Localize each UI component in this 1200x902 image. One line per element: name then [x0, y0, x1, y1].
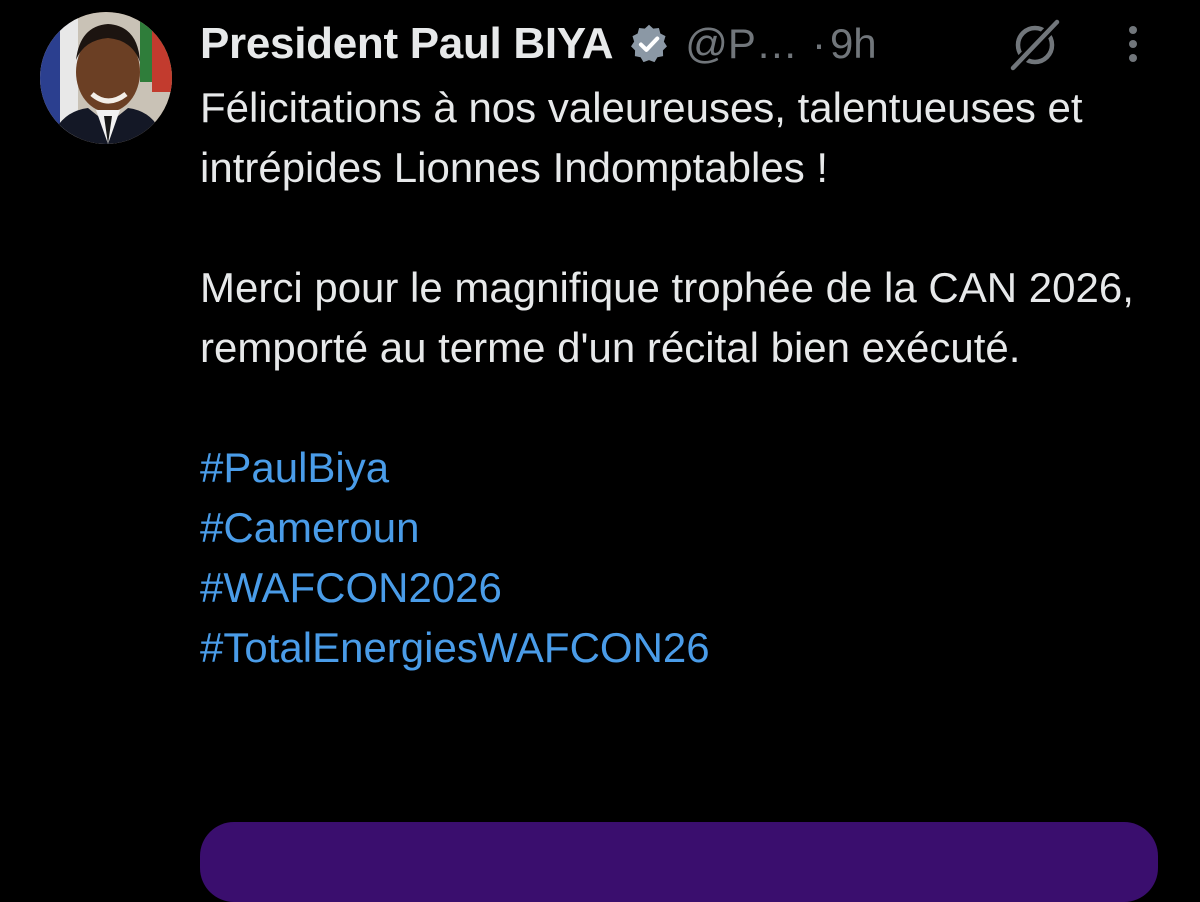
tweet-paragraph: Merci pour le magnifique trophée de la C… [200, 264, 1134, 371]
hashtag-link[interactable]: #PaulBiya [200, 438, 1180, 498]
avatar-photo [40, 12, 172, 144]
tweet-text: Félicitations à nos valeureuses, talentu… [200, 78, 1180, 678]
verified-badge-icon[interactable] [627, 22, 671, 66]
more-options-icon[interactable] [1118, 20, 1148, 68]
tweet-timestamp[interactable]: 9h [830, 20, 877, 68]
author-name[interactable]: President Paul BIYA [200, 19, 614, 69]
media-card[interactable] [200, 822, 1158, 902]
hashtag-link[interactable]: #TotalEnergiesWAFCON26 [200, 618, 1180, 678]
hashtag-link[interactable]: #WAFCON2026 [200, 558, 1180, 618]
hashtag-link[interactable]: #Cameroun [200, 498, 1180, 558]
tweet-header: President Paul BIYA @P… · 9h [200, 16, 877, 72]
avatar[interactable] [40, 12, 172, 144]
author-handle[interactable]: @P… [685, 20, 798, 68]
grok-icon[interactable] [1005, 14, 1065, 74]
separator-dot: · [811, 20, 826, 67]
tweet-paragraph: Félicitations à nos valeureuses, talentu… [200, 84, 1083, 191]
